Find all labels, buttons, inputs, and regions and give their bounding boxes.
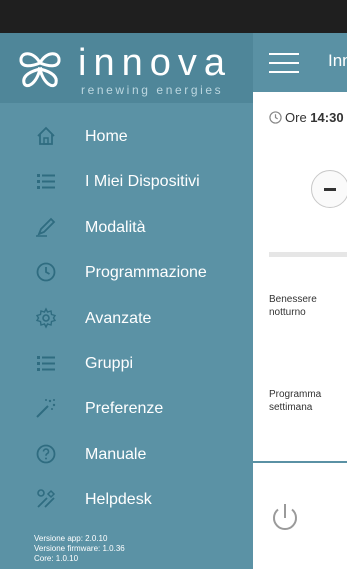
brand-name: innova bbox=[78, 42, 232, 84]
menu-item-devices[interactable]: I Miei Dispositivi bbox=[0, 159, 253, 204]
menu-item-label: Gruppi bbox=[85, 354, 134, 372]
menu-item-label: Modalità bbox=[85, 218, 146, 236]
clock-icon bbox=[269, 111, 282, 124]
navigation-drawer: innova renewing energies Home I Miei Dis… bbox=[0, 33, 253, 569]
menu-item-label: Home bbox=[85, 128, 128, 145]
menu-icon[interactable] bbox=[269, 53, 299, 73]
app-title: Innova bbox=[328, 51, 347, 70]
drawer-header: innova renewing energies bbox=[0, 33, 253, 103]
menu-item-label: Manuale bbox=[85, 445, 147, 463]
pencil-icon bbox=[36, 217, 56, 237]
menu-item-advanced[interactable]: Avanzate bbox=[0, 296, 253, 341]
drawer-menu: Home I Miei Dispositivi Modalità Program… bbox=[0, 114, 253, 523]
core-version: Core: 1.0.10 bbox=[34, 554, 79, 563]
innova-logo-icon bbox=[19, 52, 61, 88]
menu-item-label: Helpdesk bbox=[85, 491, 152, 509]
firmware-version: Versione firmware: 1.0.36 bbox=[34, 544, 125, 553]
menu-item-preferences[interactable]: Preferenze bbox=[0, 386, 253, 431]
time-prefix: Ore bbox=[285, 110, 307, 125]
list-icon bbox=[37, 174, 55, 190]
version-info: Versione app: 2.0.10 Versione firmware: … bbox=[34, 534, 125, 564]
menu-item-label: Preferenze bbox=[85, 400, 164, 418]
power-icon[interactable] bbox=[267, 499, 303, 535]
decrease-button[interactable] bbox=[311, 170, 347, 208]
menu-item-mode[interactable]: Modalità bbox=[0, 205, 253, 250]
help-icon bbox=[36, 444, 56, 464]
gear-icon bbox=[35, 306, 57, 329]
time-value: 14:30 bbox=[310, 110, 344, 125]
magic-wand-icon bbox=[36, 399, 56, 419]
clock-icon bbox=[36, 262, 56, 282]
weekly-program-label: Programma settimana bbox=[269, 389, 322, 413]
menu-item-label: I Miei Dispositivi bbox=[85, 173, 200, 191]
app-version: Versione app: 2.0.10 bbox=[34, 534, 108, 543]
tools-icon bbox=[37, 489, 56, 508]
top-app-bar: Innova bbox=[253, 33, 347, 92]
status-bar bbox=[0, 0, 347, 33]
list-icon bbox=[37, 355, 55, 371]
home-icon bbox=[37, 126, 55, 145]
menu-item-label: Programmazione bbox=[85, 264, 207, 282]
menu-item-schedule[interactable]: Programmazione bbox=[0, 250, 253, 295]
menu-item-groups[interactable]: Gruppi bbox=[0, 341, 253, 386]
main-content: Ore 14:30 Benessere notturno Programma s… bbox=[253, 92, 347, 569]
divider bbox=[269, 252, 347, 257]
brand-tagline: renewing energies bbox=[81, 83, 224, 97]
menu-item-label: Avanzate bbox=[85, 309, 152, 327]
night-comfort-label: Benessere notturno bbox=[269, 294, 317, 318]
menu-item-manual[interactable]: Manuale bbox=[0, 432, 253, 477]
menu-item-helpdesk[interactable]: Helpdesk bbox=[0, 477, 253, 522]
bottom-bar bbox=[253, 461, 347, 569]
time-row: Ore 14:30 bbox=[269, 110, 344, 125]
menu-item-home[interactable]: Home bbox=[0, 114, 253, 159]
minus-icon bbox=[324, 188, 336, 191]
